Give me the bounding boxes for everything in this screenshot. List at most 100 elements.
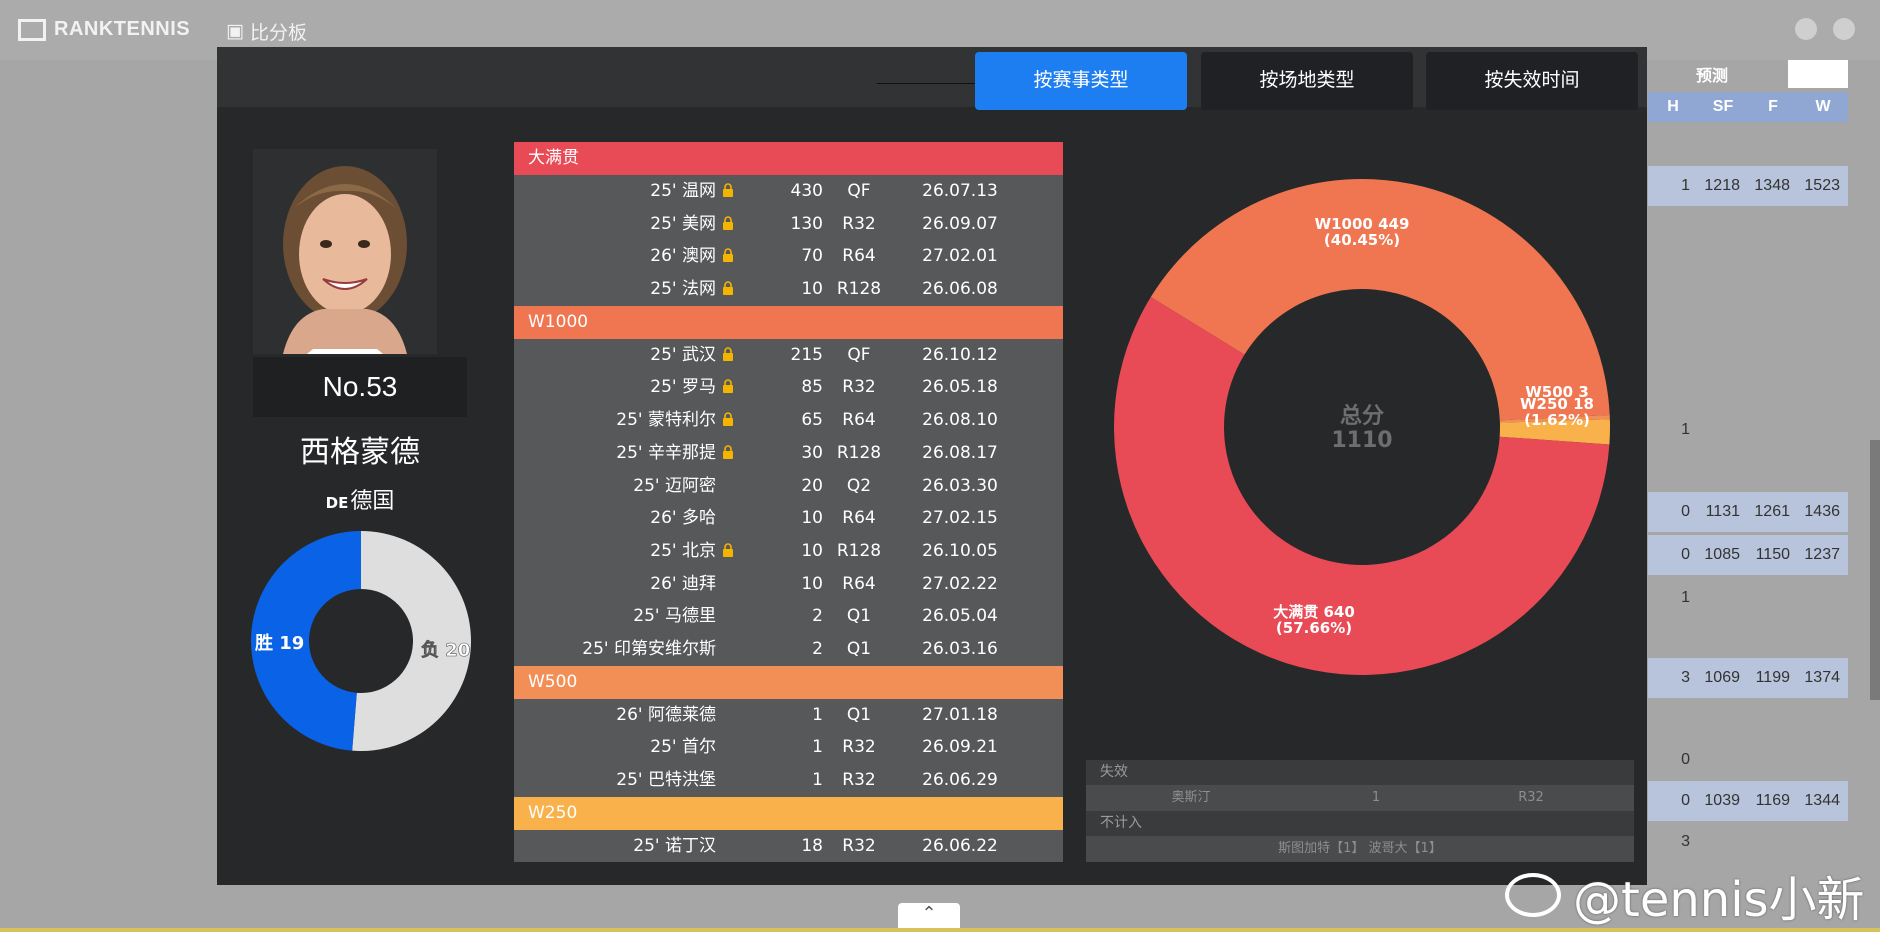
event-row[interactable]: 26' 多哈 10 R64 27.02.15 xyxy=(514,502,1063,535)
pie-center-value: 1110 xyxy=(1331,428,1392,453)
event-round: R128 xyxy=(836,442,882,463)
bg-cell: 1150 xyxy=(1755,546,1790,563)
event-row[interactable]: 25' 巴特洪堡 1 R32 26.06.29 xyxy=(514,764,1063,797)
event-expiry-date: 26.06.08 xyxy=(922,279,998,300)
bg-predict-header: 预测 xyxy=(1648,60,1848,90)
event-round: R32 xyxy=(842,835,876,856)
event-row[interactable]: 25' 北京 10 R128 26.10.05 xyxy=(514,534,1063,568)
tab-by-surface[interactable]: 按场地类型 xyxy=(1201,52,1413,110)
expired-points-panel: 失效 奥斯汀 1 R32 不计入 斯图加特【1】 波哥大【1】 xyxy=(1086,760,1634,866)
event-name: 26' 阿德莱德 xyxy=(616,704,716,725)
watermark-text: @tennis小新 xyxy=(1573,872,1865,928)
points-donut-chart: W1000 449 (40.45%)W500 3W250 18 (1.62%)大满贯… xyxy=(1113,179,1610,676)
bg-cell: 1261 xyxy=(1754,503,1790,520)
event-name-cell: 25' 北京 xyxy=(514,535,734,568)
expired-row: 奥斯汀 1 R32 xyxy=(1086,785,1634,811)
expired-points: 1 xyxy=(1371,790,1381,805)
event-round: QF xyxy=(847,344,871,365)
event-round: R64 xyxy=(842,573,876,594)
bg-cell: 1523 xyxy=(1804,177,1840,194)
bg-col-3[interactable]: W xyxy=(1798,92,1848,122)
event-round: R32 xyxy=(842,770,876,790)
bg-cell: 0 xyxy=(1681,546,1690,563)
event-round: Q1 xyxy=(846,606,872,627)
country-code: DE xyxy=(325,494,349,512)
event-row[interactable]: 25' 武汉 215 QF 26.10.12 xyxy=(514,338,1063,372)
bg-cell xyxy=(1748,578,1798,618)
bg-col-1[interactable]: SF xyxy=(1698,92,1748,122)
wins-label: 胜 19 xyxy=(255,633,304,654)
event-name: 25' 马德里 xyxy=(633,606,716,627)
event-row[interactable]: 25' 美网 130 R32 26.09.07 xyxy=(514,207,1063,241)
bg-search-box[interactable] xyxy=(1788,60,1848,88)
event-name: 26' 迪拜 xyxy=(650,573,716,594)
lock-icon xyxy=(723,379,733,394)
logo-icon xyxy=(18,18,46,41)
points-table: 大满贯 25' 温网 430 QF 26.07.13 25' 美网 130 R32 26.09.… xyxy=(514,142,1063,863)
event-expiry-date: 27.02.01 xyxy=(922,246,998,267)
event-row[interactable]: 25' 诺丁汉 18 R32 26.06.22 xyxy=(514,829,1063,863)
bg-cell: 3 xyxy=(1681,669,1690,686)
event-row[interactable]: 25' 蒙特利尔 65 R64 26.08.10 xyxy=(514,404,1063,437)
bg-col-0[interactable]: H xyxy=(1648,92,1698,122)
globe-icon[interactable] xyxy=(1833,18,1855,40)
player-country: DE德国 xyxy=(253,483,467,515)
event-expiry-date: 26.05.04 xyxy=(922,606,998,627)
bg-cell xyxy=(1798,822,1848,862)
bg-cell: 0 xyxy=(1681,751,1690,768)
event-expiry-date: 26.07.13 xyxy=(922,181,998,201)
event-round: R128 xyxy=(836,279,882,300)
lock-icon xyxy=(723,183,733,197)
weibo-watermark: @tennis小新 xyxy=(1505,860,1865,930)
event-name-cell: 25' 温网 xyxy=(514,175,734,208)
shirt-icon[interactable] xyxy=(1795,18,1817,40)
app-logo[interactable]: RANKTENNIS xyxy=(18,18,190,41)
category-header: W250 xyxy=(514,796,1063,830)
lock-icon xyxy=(723,543,733,557)
event-name-cell: 25' 巴特洪堡 xyxy=(514,764,734,797)
event-row[interactable]: 25' 首尔 1 R32 26.09.21 xyxy=(514,731,1063,764)
event-round: R32 xyxy=(842,377,876,398)
bg-cell: 1237 xyxy=(1804,546,1840,563)
bg-col-2[interactable]: F xyxy=(1748,92,1798,122)
bg-cell: 1039 xyxy=(1704,792,1740,809)
bg-cell xyxy=(1798,578,1848,618)
excluded-text: 斯图加特【1】 波哥大【1】 xyxy=(1278,841,1442,856)
page-scrollbar[interactable] xyxy=(1870,440,1880,700)
expired-event: 奥斯汀 xyxy=(1171,790,1211,805)
event-expiry-date: 26.08.17 xyxy=(922,442,998,463)
tab-by-event-type[interactable]: 按赛事类型 xyxy=(975,52,1187,110)
bg-cell: 1 xyxy=(1681,421,1690,438)
event-expiry-date: 26.03.30 xyxy=(922,475,998,496)
scoreboard-tab[interactable]: ▣ 比分板 xyxy=(226,18,307,45)
bg-cell: 1218 xyxy=(1704,177,1740,194)
bg-table-row: 0 1039 1169 1344 xyxy=(1648,781,1848,821)
event-name: 25' 罗马 xyxy=(650,377,716,398)
tab-by-expiry[interactable]: 按失效时间 xyxy=(1426,52,1638,110)
event-row[interactable]: 25' 温网 430 QF 26.07.13 xyxy=(514,175,1063,208)
event-row[interactable]: 25' 罗马 85 R32 26.05.18 xyxy=(514,371,1063,405)
event-points: 1 xyxy=(812,770,823,790)
event-row[interactable]: 26' 阿德莱德 1 Q1 27.01.18 xyxy=(514,698,1063,732)
losses-label: 负 20 xyxy=(421,639,470,661)
event-row[interactable]: 25' 辛辛那提 30 R128 26.08.17 xyxy=(514,436,1063,470)
event-row[interactable]: 25' 印第安维尔斯 2 Q1 26.03.16 xyxy=(514,632,1063,666)
bg-cell: 1085 xyxy=(1704,546,1740,563)
event-expiry-date: 26.10.12 xyxy=(922,344,998,365)
event-row[interactable]: 25' 法网 10 R128 26.06.08 xyxy=(514,273,1063,306)
scroll-up-button[interactable]: ⌃ xyxy=(898,903,960,929)
event-row[interactable]: 25' 迈阿密 20 Q2 26.03.30 xyxy=(514,469,1063,503)
event-row[interactable]: 25' 马德里 2 Q1 26.05.04 xyxy=(514,600,1063,633)
event-name-cell: 25' 印第安维尔斯 xyxy=(514,633,734,666)
bg-cell xyxy=(1798,740,1848,780)
event-expiry-date: 26.03.16 xyxy=(922,638,998,659)
bg-cell xyxy=(1798,410,1848,450)
bg-table-row: 0 xyxy=(1648,740,1848,780)
player-rank: No.53 xyxy=(253,357,467,417)
country-name: 德国 xyxy=(350,489,395,514)
event-row[interactable]: 26' 迪拜 10 R64 27.02.22 xyxy=(514,567,1063,601)
event-name: 25' 首尔 xyxy=(650,737,716,758)
event-expiry-date: 26.08.10 xyxy=(922,410,998,431)
event-name: 25' 迈阿密 xyxy=(633,475,716,496)
event-row[interactable]: 26' 澳网 70 R64 27.02.01 xyxy=(514,240,1063,274)
